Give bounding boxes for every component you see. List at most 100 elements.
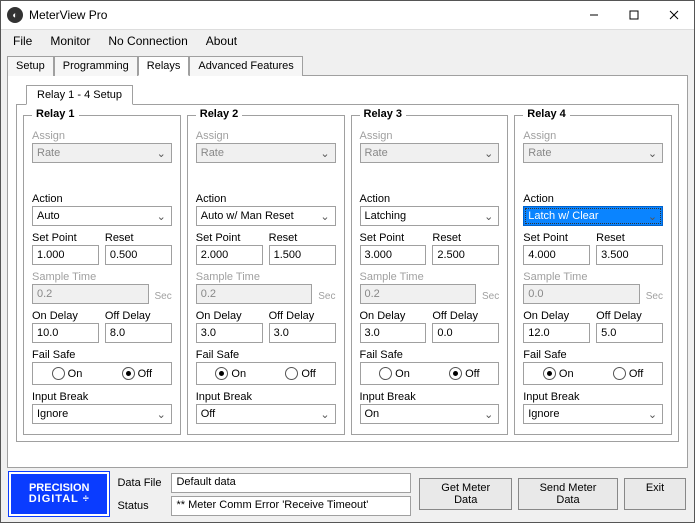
window-title: MeterView Pro <box>29 8 574 22</box>
relay-4-failsafe-off[interactable]: Off <box>613 367 643 380</box>
tab-advanced[interactable]: Advanced Features <box>189 56 302 76</box>
get-meter-data-button[interactable]: Get Meter Data <box>419 478 512 510</box>
ondelay-label: On Delay <box>523 310 590 322</box>
radio-icon <box>613 367 626 380</box>
offdelay-label: Off Delay <box>432 310 499 322</box>
relay-4-ondelay-input[interactable] <box>523 323 590 343</box>
relay-1-assign-combo[interactable]: Rate⌄ <box>32 143 172 163</box>
relay-3-offdelay-input[interactable] <box>432 323 499 343</box>
relay-4-group: Relay 4 Assign Rate⌄ Action Latch w/ Cle… <box>514 115 672 435</box>
relay-1-action-combo[interactable]: Auto⌄ <box>32 206 172 226</box>
inputbreak-label: Input Break <box>196 391 336 403</box>
relay-2-setpoint-input[interactable] <box>196 245 263 265</box>
action-label: Action <box>523 193 663 205</box>
relay-4-sample-input <box>523 284 640 304</box>
ondelay-label: On Delay <box>32 310 99 322</box>
relay-1-setpoint-input[interactable] <box>32 245 99 265</box>
relay-2-offdelay-input[interactable] <box>269 323 336 343</box>
relay-4-action-combo[interactable]: Latch w/ Clear⌄ <box>523 206 663 226</box>
relay-2-title: Relay 2 <box>196 108 243 120</box>
relay-3-failsafe-group: On Off <box>360 362 500 385</box>
setpoint-label: Set Point <box>32 232 99 244</box>
relay-4-inputbreak-combo[interactable]: Ignore⌄ <box>523 404 663 424</box>
tab-relays[interactable]: Relays <box>138 56 190 76</box>
reset-label: Reset <box>432 232 499 244</box>
menu-file[interactable]: File <box>5 32 40 50</box>
relay-3-inputbreak-combo[interactable]: On⌄ <box>360 404 500 424</box>
relay-1-reset-input[interactable] <box>105 245 172 265</box>
relay-2-reset-input[interactable] <box>269 245 336 265</box>
tab-setup[interactable]: Setup <box>7 56 54 76</box>
status-value: ** Meter Comm Error 'Receive Timeout' <box>171 496 411 516</box>
relay-2-ondelay-input[interactable] <box>196 323 263 343</box>
relay-3-failsafe-off[interactable]: Off <box>449 367 479 380</box>
close-button[interactable] <box>654 1 694 29</box>
radio-icon <box>52 367 65 380</box>
relay-3-reset-input[interactable] <box>432 245 499 265</box>
radio-icon <box>122 367 135 380</box>
relay-4-offdelay-input[interactable] <box>596 323 663 343</box>
relay-1-inputbreak-combo[interactable]: Ignore⌄ <box>32 404 172 424</box>
offdelay-label: Off Delay <box>105 310 172 322</box>
relay-3-setpoint-input[interactable] <box>360 245 427 265</box>
action-label: Action <box>32 193 172 205</box>
sec-label: Sec <box>155 291 172 304</box>
relay-4-failsafe-group: On Off <box>523 362 663 385</box>
failsafe-label: Fail Safe <box>32 349 172 361</box>
relay-2-failsafe-on[interactable]: On <box>215 367 246 380</box>
chevron-down-icon: ⌄ <box>154 407 169 422</box>
relay-3-title: Relay 3 <box>360 108 407 120</box>
app-icon: ◐ <box>7 7 23 23</box>
relay-4-reset-input[interactable] <box>596 245 663 265</box>
setpoint-label: Set Point <box>360 232 427 244</box>
tab-pane: Relay 1 - 4 Setup Relay 1 Assign Rate⌄ A… <box>7 75 688 468</box>
main-tabstrip: Setup Programming Relays Advanced Featur… <box>7 56 688 76</box>
assign-label: Assign <box>523 130 663 142</box>
relay-1-ondelay-input[interactable] <box>32 323 99 343</box>
relay-4-assign-combo[interactable]: Rate⌄ <box>523 143 663 163</box>
send-meter-data-button[interactable]: Send Meter Data <box>518 478 618 510</box>
sec-label: Sec <box>482 291 499 304</box>
footer: PRECISION DIGITAL ÷ Data File Default da… <box>7 468 688 516</box>
sample-label: Sample Time <box>360 271 500 283</box>
relay-1-failsafe-group: On Off <box>32 362 172 385</box>
relay-3-assign-combo[interactable]: Rate⌄ <box>360 143 500 163</box>
relay-1-offdelay-input[interactable] <box>105 323 172 343</box>
relay-3-failsafe-on[interactable]: On <box>379 367 410 380</box>
relay-2-action-combo[interactable]: Auto w/ Man Reset⌄ <box>196 206 336 226</box>
inputbreak-label: Input Break <box>360 391 500 403</box>
sample-label: Sample Time <box>32 271 172 283</box>
chevron-down-icon: ⌄ <box>318 209 333 224</box>
relay-1-failsafe-off[interactable]: Off <box>122 367 152 380</box>
relay-2-inputbreak-combo[interactable]: Off⌄ <box>196 404 336 424</box>
radio-icon <box>285 367 298 380</box>
chevron-down-icon: ⌄ <box>318 146 333 161</box>
tab-programming[interactable]: Programming <box>54 56 138 76</box>
exit-button[interactable]: Exit <box>624 478 686 510</box>
menu-about[interactable]: About <box>198 32 245 50</box>
chevron-down-icon: ⌄ <box>645 209 660 224</box>
relay-2-assign-combo[interactable]: Rate⌄ <box>196 143 336 163</box>
failsafe-label: Fail Safe <box>360 349 500 361</box>
brand-logo: PRECISION DIGITAL ÷ <box>9 472 109 516</box>
relay-3-ondelay-input[interactable] <box>360 323 427 343</box>
sub-tabstrip: Relay 1 - 4 Setup <box>26 85 679 105</box>
menu-monitor[interactable]: Monitor <box>42 32 98 50</box>
sample-label: Sample Time <box>196 271 336 283</box>
subtab-relay-setup[interactable]: Relay 1 - 4 Setup <box>26 85 133 105</box>
reset-label: Reset <box>269 232 336 244</box>
minimize-button[interactable] <box>574 1 614 29</box>
chevron-down-icon: ⌄ <box>645 407 660 422</box>
client-area: Setup Programming Relays Advanced Featur… <box>1 52 694 522</box>
action-label: Action <box>360 193 500 205</box>
ondelay-label: On Delay <box>196 310 263 322</box>
radio-icon <box>379 367 392 380</box>
relay-4-setpoint-input[interactable] <box>523 245 590 265</box>
menu-connection[interactable]: No Connection <box>100 32 195 50</box>
relay-1-failsafe-on[interactable]: On <box>52 367 83 380</box>
relay-3-action-combo[interactable]: Latching⌄ <box>360 206 500 226</box>
chevron-down-icon: ⌄ <box>154 209 169 224</box>
relay-2-failsafe-off[interactable]: Off <box>285 367 315 380</box>
maximize-button[interactable] <box>614 1 654 29</box>
relay-4-failsafe-on[interactable]: On <box>543 367 574 380</box>
